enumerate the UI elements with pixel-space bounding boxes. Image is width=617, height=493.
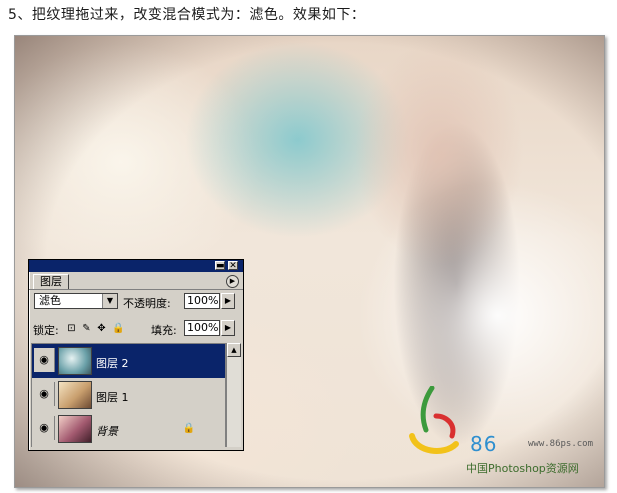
blend-row: 滤色 ▼ 不透明度: 100% ▶ xyxy=(29,291,243,311)
chevron-down-icon[interactable]: ▼ xyxy=(102,294,117,308)
layer-thumbnail xyxy=(58,381,92,409)
layers-list: ◉ 图层 2 ◉ 图层 1 ◉ 背景 🔒 xyxy=(31,343,226,447)
tab-layers[interactable]: 图层 xyxy=(33,274,69,289)
layer-thumbnail xyxy=(58,415,92,443)
opacity-field[interactable]: 100% xyxy=(184,293,220,309)
layer-name: 图层 1 xyxy=(96,391,129,404)
lock-icon: 🔒 xyxy=(182,423,195,434)
watermark-logo-icon xyxy=(409,386,459,454)
close-icon[interactable]: ✕ xyxy=(228,261,238,271)
layer-thumbnail xyxy=(58,347,92,375)
layer-name: 背景 xyxy=(96,425,118,438)
layers-scrollbar[interactable]: ▲ xyxy=(226,343,241,447)
blend-mode-value: 滤色 xyxy=(39,294,61,307)
caption-text: 5、把纹理拖过来，改变混合模式为：滤色。效果如下： xyxy=(8,7,366,23)
brush-icon[interactable]: ✎ xyxy=(81,323,92,334)
eye-icon[interactable]: ◉ xyxy=(34,382,55,406)
fill-label: 填充: xyxy=(151,324,177,337)
opacity-label: 不透明度: xyxy=(123,297,171,310)
opacity-arrow-icon[interactable]: ▶ xyxy=(221,293,235,309)
layer-name: 图层 2 xyxy=(96,357,129,370)
layers-panel: ▬ ✕ 图层 ▶ 滤色 ▼ 不透明度: 100% ▶ 锁定: ⊡ ✎ ✥ 🔒 填… xyxy=(28,259,244,451)
layer-row-1[interactable]: ◉ 图层 1 xyxy=(32,378,225,413)
scroll-up-icon[interactable]: ▲ xyxy=(227,343,241,357)
fill-arrow-icon[interactable]: ▶ xyxy=(221,320,235,336)
fill-field[interactable]: 100% xyxy=(184,320,220,336)
watermark-url: www.86ps.com xyxy=(528,439,594,449)
eye-icon[interactable]: ◉ xyxy=(34,416,55,440)
lock-icon[interactable]: 🔒 xyxy=(112,323,124,334)
watermark-site: 中国Photoshop资源网 xyxy=(466,462,579,475)
layer-row-2[interactable]: ◉ 图层 2 xyxy=(32,344,225,379)
eye-icon[interactable]: ◉ xyxy=(34,348,55,372)
panel-menu-icon[interactable]: ▶ xyxy=(226,275,239,288)
move-icon[interactable]: ✥ xyxy=(96,323,107,334)
lock-row: 锁定: ⊡ ✎ ✥ 🔒 填充: 100% ▶ xyxy=(29,318,243,338)
panel-tab-row: 图层 ▶ xyxy=(29,272,243,290)
panel-titlebar[interactable]: ▬ ✕ xyxy=(29,260,243,272)
lock-label: 锁定: xyxy=(33,324,59,337)
minimize-icon[interactable]: ▬ xyxy=(215,261,225,271)
layer-row-background[interactable]: ◉ 背景 🔒 xyxy=(32,412,225,447)
lock-transparency-icon[interactable]: ⊡ xyxy=(66,323,77,334)
blend-mode-select[interactable]: 滤色 ▼ xyxy=(34,293,118,309)
watermark-number: 86 xyxy=(470,432,498,456)
